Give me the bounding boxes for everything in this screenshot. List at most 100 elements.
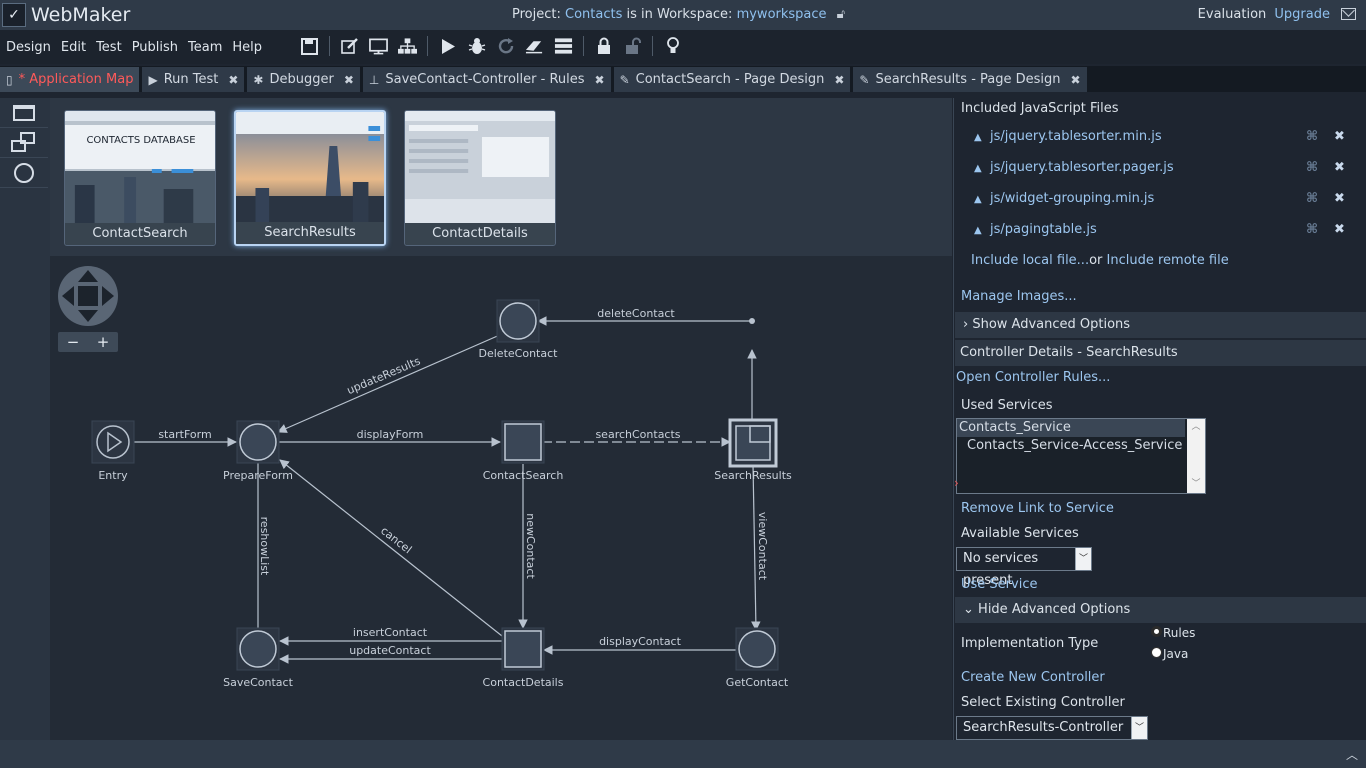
js-file-row: ▲ js/jquery.tablesorter.min.js ⌘ ✖ (974, 129, 1354, 153)
menu-publish[interactable]: Publish (132, 40, 178, 55)
unlink-icon[interactable]: ⌘ (1306, 160, 1318, 175)
include-or-text: or (1089, 253, 1103, 268)
page-thumb-contactdetails[interactable]: ContactDetails (404, 110, 556, 246)
node-prepare-form (236, 420, 280, 464)
reorder-handle-icon[interactable]: ▲ (974, 132, 982, 143)
js-file-link[interactable]: js/widget-grouping.min.js (990, 191, 1154, 206)
controller-tool-button[interactable] (0, 158, 48, 188)
edit-icon[interactable] (340, 36, 359, 56)
workspace-name-link[interactable]: myworkspace (737, 7, 827, 22)
reorder-handle-icon[interactable]: ▲ (974, 225, 982, 236)
mail-icon[interactable] (1341, 8, 1356, 20)
edge-label-display-form: displayForm (357, 428, 424, 441)
subpage-tool-button[interactable] (0, 128, 48, 158)
show-advanced-toggle[interactable]: › Show Advanced Options (955, 312, 1366, 338)
include-remote-link[interactable]: Include remote file (1107, 253, 1229, 268)
impl-rules-label: Rules (1163, 626, 1196, 640)
lock-icon[interactable] (594, 36, 613, 56)
menu-test[interactable]: Test (96, 40, 122, 55)
unlock-icon[interactable] (623, 36, 642, 56)
close-icon[interactable]: ✖ (344, 73, 354, 87)
menu-design[interactable]: Design (6, 40, 51, 55)
project-name-link[interactable]: Contacts (565, 7, 622, 22)
tab-run-test[interactable]: ▶ Run Test ✖ (142, 67, 246, 92)
impl-rules-radio[interactable] (1151, 626, 1162, 637)
refresh-icon[interactable] (496, 36, 515, 56)
tab-debugger[interactable]: ✱ Debugger ✖ (247, 67, 361, 92)
used-services-label: Used Services (961, 398, 1053, 413)
tab-label: Run Test (163, 72, 219, 87)
eraser-icon[interactable] (525, 36, 544, 56)
js-file-link[interactable]: js/jquery.tablesorter.min.js (990, 129, 1162, 144)
application-map-canvas[interactable]: − + Entry PrepareForm DeleteContact Cont… (50, 256, 952, 740)
node-contact-details (501, 627, 545, 671)
js-file-link[interactable]: js/pagingtable.js (990, 222, 1097, 237)
unlock-icon[interactable]: 🔓︎ (837, 7, 845, 22)
page-tool-button[interactable] (0, 98, 48, 128)
chevron-down-icon: ⌄ (963, 602, 974, 617)
sitemap-icon[interactable] (398, 36, 417, 56)
close-icon[interactable]: ✖ (834, 73, 844, 87)
close-icon[interactable]: ✖ (1071, 73, 1081, 87)
available-services-select[interactable]: No services present ﹀ (956, 547, 1092, 588)
node-label-entry: Entry (98, 469, 128, 482)
remove-link-service-link[interactable]: Remove Link to Service (961, 501, 1114, 516)
tab-application-map[interactable]: ▯ * Application Map (0, 67, 141, 92)
remove-icon[interactable]: ✖ (1334, 222, 1345, 237)
debug-icon[interactable] (467, 36, 486, 56)
lightbulb-icon[interactable] (663, 36, 682, 56)
list-item[interactable]: Contacts_Service (957, 419, 1185, 437)
app-name: WebMaker (31, 4, 131, 26)
menu-help[interactable]: Help (232, 40, 262, 55)
chevron-down-icon: ﹀ (1075, 548, 1091, 570)
remove-icon[interactable]: ✖ (1334, 160, 1345, 175)
upgrade-link[interactable]: Upgrade (1274, 7, 1330, 22)
node-label-search-results: SearchResults (714, 469, 792, 482)
chevron-up-icon[interactable]: ︿ (1346, 746, 1358, 763)
edge-label-delete-contact: deleteContact (597, 307, 675, 320)
create-controller-link[interactable]: Create New Controller (961, 670, 1105, 685)
list-scrollbar[interactable]: ︿ ﹀ (1187, 419, 1205, 493)
remove-icon[interactable]: ✖ (1334, 129, 1345, 144)
server-icon[interactable] (554, 36, 573, 56)
use-service-link[interactable]: Use Service (961, 577, 1037, 592)
waypoint (749, 318, 755, 324)
implementation-type-label: Implementation Type (961, 636, 1099, 651)
unlink-icon[interactable]: ⌘ (1306, 191, 1318, 206)
hide-advanced-label: Hide Advanced Options (978, 602, 1131, 617)
chevron-right-icon: › (963, 317, 969, 332)
page-thumb-contactsearch[interactable]: CONTACTS DATABASE ContactSearch (64, 110, 216, 246)
unlink-icon[interactable]: ⌘ (1306, 129, 1318, 144)
splitter-handle-icon[interactable]: › (954, 476, 959, 490)
edge-label-update-contact: updateContact (349, 644, 431, 657)
existing-controller-select[interactable]: SearchResults-Controller ﹀ (956, 716, 1148, 740)
used-services-list[interactable]: Contacts_Service Contacts_Service-Access… (956, 418, 1206, 494)
monitor-icon[interactable] (369, 36, 388, 56)
page-thumb-searchresults[interactable]: SearchResults (234, 110, 386, 246)
shape-palette (0, 98, 50, 740)
tab-savecontact-rules[interactable]: ⊥ SaveContact-Controller - Rules ✖ (362, 67, 612, 92)
manage-images-link[interactable]: Manage Images... (961, 289, 1077, 304)
unlink-icon[interactable]: ⌘ (1306, 222, 1318, 237)
menu-team[interactable]: Team (188, 40, 222, 55)
title-bar: ✓ WebMaker Project: Contacts is in Works… (0, 0, 1366, 30)
impl-java-radio[interactable] (1151, 647, 1162, 658)
reorder-handle-icon[interactable]: ▲ (974, 194, 982, 205)
tab-searchresults-design[interactable]: ✎ SearchResults - Page Design ✖ (853, 67, 1088, 92)
tab-contactsearch-design[interactable]: ✎ ContactSearch - Page Design ✖ (613, 67, 852, 92)
reorder-handle-icon[interactable]: ▲ (974, 163, 982, 174)
open-controller-rules-link[interactable]: Open Controller Rules... (956, 370, 1110, 385)
close-icon[interactable]: ✖ (595, 73, 605, 87)
node-entry (91, 420, 135, 464)
save-icon[interactable] (300, 36, 319, 56)
page-preview-image (405, 111, 555, 223)
list-item[interactable]: Contacts_Service-Access_Service (957, 437, 1205, 455)
include-local-link[interactable]: Include local file... (971, 253, 1089, 268)
menu-edit[interactable]: Edit (61, 40, 86, 55)
run-icon[interactable] (438, 36, 457, 56)
hide-advanced-toggle[interactable]: ⌄ Hide Advanced Options (955, 597, 1366, 623)
close-icon[interactable]: ✖ (228, 73, 238, 87)
multi-page-icon (11, 131, 37, 154)
remove-icon[interactable]: ✖ (1334, 191, 1345, 206)
js-file-link[interactable]: js/jquery.tablesorter.pager.js (990, 160, 1174, 175)
